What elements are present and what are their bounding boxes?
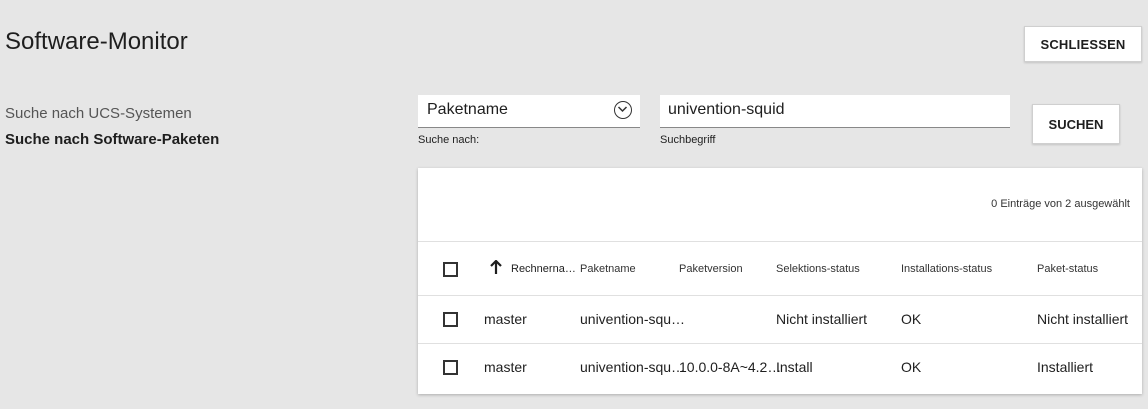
row-checkbox[interactable] — [443, 312, 458, 327]
search-button[interactable]: SUCHEN — [1032, 104, 1120, 144]
column-header-package-status[interactable]: Paket-status — [1037, 263, 1098, 275]
results-grid: 0 Einträge von 2 ausgewählt Rechnerna… P… — [418, 168, 1142, 394]
chevron-down-icon[interactable] — [614, 101, 632, 119]
nav-item-software-packages[interactable]: Suche nach Software-Paketen — [5, 127, 219, 153]
select-all-checkbox[interactable] — [443, 262, 458, 277]
selection-status: 0 Einträge von 2 ausgewählt — [991, 198, 1130, 210]
page-title: Software-Monitor — [5, 28, 188, 55]
search-term-input[interactable] — [668, 101, 998, 119]
column-header-package-version[interactable]: Paketversion — [679, 263, 743, 275]
cell-hostname: master — [484, 311, 527, 327]
grid-header: Rechnerna… Paketname Paketversion Selekt… — [418, 241, 1142, 296]
search-field-select[interactable]: Paketname — [418, 95, 640, 128]
cell-package-version: 10.0.0-8A~4.2… — [679, 359, 782, 375]
cell-installation-status: OK — [901, 311, 922, 327]
cell-hostname: master — [484, 359, 527, 375]
sort-ascending-icon[interactable] — [490, 259, 502, 279]
cell-selection-status: Nicht installiert — [776, 311, 868, 327]
column-header-package-name[interactable]: Paketname — [580, 263, 636, 275]
table-row[interactable]: master univention-squ… 10.0.0-8A~4.2… In… — [418, 344, 1142, 391]
cell-package-status: Installiert — [1037, 359, 1094, 375]
search-term-label: Suchbegriff — [660, 134, 716, 146]
search-mode-nav: Suche nach UCS-Systemen Suche nach Softw… — [5, 101, 219, 153]
cell-package-status: Nicht installiert — [1037, 311, 1129, 327]
nav-item-ucs-systems[interactable]: Suche nach UCS-Systemen — [5, 101, 219, 127]
search-field-label: Suche nach: — [418, 134, 480, 146]
column-header-selection-status[interactable]: Selektions-status — [776, 263, 860, 275]
close-button[interactable]: SCHLIESSEN — [1024, 26, 1142, 62]
row-checkbox[interactable] — [443, 360, 458, 375]
search-term-field[interactable] — [660, 95, 1010, 128]
cell-package-name: univention-squ… — [580, 311, 686, 327]
search-field-select-value: Paketname — [427, 101, 508, 118]
column-header-hostname[interactable]: Rechnerna… — [511, 263, 576, 275]
column-header-installation-status[interactable]: Installations-status — [901, 263, 992, 275]
cell-package-name: univention-squ… — [580, 359, 686, 375]
table-row[interactable]: master univention-squ… Nicht installiert… — [418, 296, 1142, 344]
cell-selection-status: Install — [776, 359, 813, 375]
cell-installation-status: OK — [901, 359, 922, 375]
